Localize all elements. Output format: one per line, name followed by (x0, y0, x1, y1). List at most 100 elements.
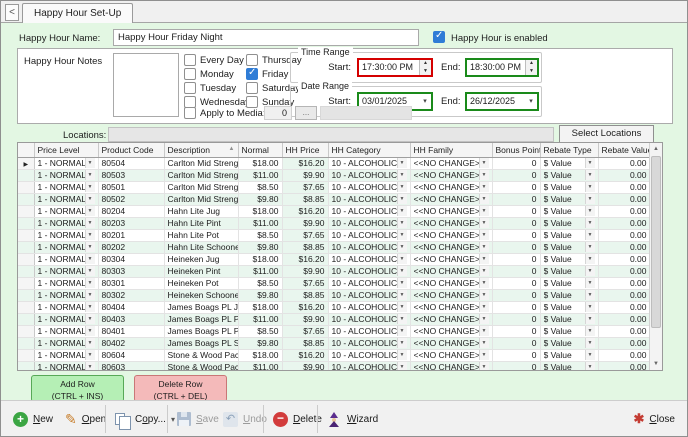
price-level-cell[interactable]: 1 - NORMAL▼ (34, 313, 98, 325)
product-code-cell[interactable]: 80504 (98, 157, 164, 169)
rebate-type-cell[interactable]: $ Value▼ (540, 313, 598, 325)
chevron-down-icon[interactable]: ▼ (585, 254, 595, 264)
grid-scrollbar[interactable]: ▲ ▼ (649, 143, 662, 370)
hh-price-cell[interactable]: $9.90 (282, 313, 328, 325)
chevron-down-icon[interactable]: ▼ (85, 254, 95, 264)
chevron-down-icon[interactable]: ▼ (585, 314, 595, 324)
rebate-type-cell[interactable]: $ Value▼ (540, 193, 598, 205)
chevron-down-icon[interactable]: ▼ (479, 170, 489, 180)
chevron-down-icon[interactable]: ▼ (479, 194, 489, 204)
date-end-picker[interactable]: 26/12/2025 ▾ (465, 92, 539, 111)
chevron-down-icon[interactable]: ▼ (397, 278, 407, 288)
rebate-value-cell[interactable]: 0.00 (598, 217, 650, 229)
hh-family-cell[interactable]: <<NO CHANGE>>▼ (410, 313, 492, 325)
hh-price-cell[interactable]: $8.85 (282, 289, 328, 301)
product-code-cell[interactable]: 80401 (98, 325, 164, 337)
row-indicator[interactable] (18, 277, 34, 289)
price-level-cell[interactable]: 1 - NORMAL▼ (34, 277, 98, 289)
row-indicator[interactable] (18, 337, 34, 349)
hh-category-cell[interactable]: 10 - ALCOHOLIC ...▼ (328, 265, 410, 277)
hh-category-cell[interactable]: 10 - ALCOHOLIC ...▼ (328, 241, 410, 253)
chevron-down-icon[interactable]: ▼ (479, 314, 489, 324)
price-level-cell[interactable]: 1 - NORMAL▼ (34, 253, 98, 265)
row-indicator[interactable] (18, 349, 34, 361)
col-price-level[interactable]: Price Level (34, 143, 98, 157)
chevron-down-icon[interactable]: ▼ (397, 314, 407, 324)
hh-category-cell[interactable]: 10 - ALCOHOLIC ...▼ (328, 217, 410, 229)
bonus-points-cell[interactable]: 0 (492, 277, 540, 289)
table-row[interactable]: 1 - NORMAL▼ 80301 Heineken Pot $8.50 $7.… (18, 277, 650, 289)
chevron-down-icon[interactable]: ▼ (585, 218, 595, 228)
chevron-down-icon[interactable]: ▼ (397, 254, 407, 264)
copy-button[interactable]: Copy... (111, 406, 179, 432)
chevron-down-icon[interactable]: ▼ (479, 230, 489, 240)
chevron-down-icon[interactable]: ▼ (85, 194, 95, 204)
row-indicator[interactable] (18, 265, 34, 277)
bonus-points-cell[interactable]: 0 (492, 349, 540, 361)
table-row[interactable]: 1 - NORMAL▼ 80303 Heineken Pint $11.00 $… (18, 265, 650, 277)
rebate-value-cell[interactable]: 0.00 (598, 241, 650, 253)
add-row-button[interactable]: Add Row (CTRL + INS) (31, 375, 124, 402)
rebate-type-cell[interactable]: $ Value▼ (540, 361, 598, 371)
price-level-cell[interactable]: 1 - NORMAL▼ (34, 349, 98, 361)
wizard-button[interactable]: Wizard (323, 406, 382, 432)
rebate-type-cell[interactable]: $ Value▼ (540, 289, 598, 301)
chevron-down-icon[interactable]: ▼ (397, 266, 407, 276)
product-code-cell[interactable]: 80204 (98, 205, 164, 217)
rebate-type-cell[interactable]: $ Value▼ (540, 217, 598, 229)
chevron-down-icon[interactable]: ▼ (397, 230, 407, 240)
product-code-cell[interactable]: 80403 (98, 313, 164, 325)
description-cell[interactable]: Heineken Schooner (164, 289, 238, 301)
hh-category-cell[interactable]: 10 - ALCOHOLIC ...▼ (328, 193, 410, 205)
rebate-value-cell[interactable]: 0.00 (598, 157, 650, 169)
chevron-down-icon[interactable]: ▼ (397, 194, 407, 204)
description-cell[interactable]: Hahn Lite Jug (164, 205, 238, 217)
chevron-down-icon[interactable]: ▼ (585, 194, 595, 204)
row-indicator[interactable] (18, 253, 34, 265)
table-row[interactable]: 1 - NORMAL▼ 80502 Carlton Mid Strengt...… (18, 193, 650, 205)
chevron-down-icon[interactable]: ▼ (397, 326, 407, 336)
bonus-points-cell[interactable]: 0 (492, 205, 540, 217)
rebate-type-cell[interactable]: $ Value▼ (540, 337, 598, 349)
hh-category-cell[interactable]: 10 - ALCOHOLIC ...▼ (328, 181, 410, 193)
normal-price-cell[interactable]: $18.00 (238, 301, 282, 313)
chevron-down-icon[interactable]: ▼ (397, 170, 407, 180)
hh-price-cell[interactable]: $9.90 (282, 169, 328, 181)
delete-row-button[interactable]: Delete Row (CTRL + DEL) (134, 375, 227, 402)
description-cell[interactable]: Carlton Mid Strengt... (164, 157, 238, 169)
table-row[interactable]: 1 - NORMAL▼ 80204 Hahn Lite Jug $18.00 $… (18, 205, 650, 217)
hh-category-cell[interactable]: 10 - ALCOHOLIC ...▼ (328, 301, 410, 313)
description-cell[interactable]: James Boags PL Jug (164, 301, 238, 313)
hh-category-cell[interactable]: 10 - ALCOHOLIC ...▼ (328, 169, 410, 181)
description-cell[interactable]: Hahn Lite Pint (164, 217, 238, 229)
table-row[interactable]: 1 - NORMAL▼ 80304 Heineken Jug $18.00 $1… (18, 253, 650, 265)
hh-category-cell[interactable]: 10 - ALCOHOLIC ...▼ (328, 361, 410, 371)
table-row[interactable]: 1 - NORMAL▼ 80203 Hahn Lite Pint $11.00 … (18, 217, 650, 229)
chevron-down-icon[interactable]: ▼ (585, 278, 595, 288)
rebate-value-cell[interactable]: 0.00 (598, 265, 650, 277)
rebate-value-cell[interactable]: 0.00 (598, 325, 650, 337)
normal-price-cell[interactable]: $8.50 (238, 229, 282, 241)
normal-price-cell[interactable]: $11.00 (238, 361, 282, 371)
chevron-down-icon[interactable]: ▼ (479, 158, 489, 168)
rebate-value-cell[interactable]: 0.00 (598, 229, 650, 241)
bonus-points-cell[interactable]: 0 (492, 313, 540, 325)
product-code-cell[interactable]: 80503 (98, 169, 164, 181)
chevron-down-icon[interactable]: ▼ (85, 362, 95, 371)
col-product-code[interactable]: Product Code (98, 143, 164, 157)
hh-family-cell[interactable]: <<NO CHANGE>>▼ (410, 205, 492, 217)
chevron-down-icon[interactable]: ▼ (397, 218, 407, 228)
hh-category-cell[interactable]: 10 - ALCOHOLIC ...▼ (328, 289, 410, 301)
table-row[interactable]: 1 - NORMAL▼ 80302 Heineken Schooner $9.8… (18, 289, 650, 301)
hh-price-cell[interactable]: $16.20 (282, 301, 328, 313)
col-rebate-type[interactable]: Rebate Type (540, 143, 598, 157)
product-code-cell[interactable]: 80203 (98, 217, 164, 229)
rebate-type-cell[interactable]: $ Value▼ (540, 241, 598, 253)
normal-price-cell[interactable]: $9.80 (238, 193, 282, 205)
spinner-buttons[interactable]: ▲▼ (525, 60, 537, 75)
normal-price-cell[interactable]: $8.50 (238, 181, 282, 193)
bonus-points-cell[interactable]: 0 (492, 241, 540, 253)
close-button[interactable]: Close (630, 406, 680, 432)
col-rebate-value[interactable]: Rebate Value (598, 143, 650, 157)
hh-family-cell[interactable]: <<NO CHANGE>>▼ (410, 265, 492, 277)
